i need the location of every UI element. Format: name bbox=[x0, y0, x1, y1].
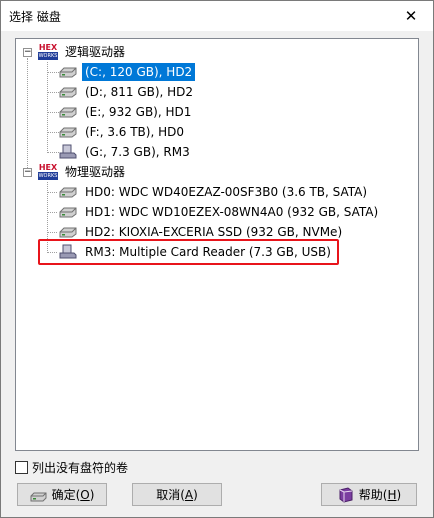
window-title: 选择 磁盘 bbox=[9, 10, 61, 24]
ok-suffix: ) bbox=[89, 487, 95, 502]
show-unlettered-volumes-checkbox[interactable] bbox=[15, 460, 28, 474]
hard-drive-icon bbox=[59, 67, 77, 78]
close-icon: ✕ bbox=[404, 7, 418, 25]
drive-label: (D:, 811 GB), HD2 bbox=[85, 85, 194, 99]
physical-item-hd0[interactable]: HD0: WDC WD40EZAZ-00SF3B0 (3.6 TB, SATA) bbox=[58, 182, 370, 202]
drive-item-g[interactable]: (G:, 7.3 GB), RM3 bbox=[58, 142, 193, 162]
cancel-hotkey: A bbox=[184, 487, 194, 502]
show-unlettered-volumes-option[interactable]: 列出没有盘符的卷 bbox=[15, 459, 128, 475]
hard-drive-icon bbox=[59, 107, 77, 118]
physical-item-hd1[interactable]: HD1: WDC WD10EZEX-08WN4A0 (932 GB, SATA) bbox=[58, 202, 381, 222]
tree-connector bbox=[47, 192, 57, 193]
winhex-icon: HEX WORKS bbox=[38, 43, 58, 60]
drive-item-c[interactable]: (C:, 120 GB), HD2 bbox=[58, 62, 196, 82]
drive-label: (E:, 932 GB), HD1 bbox=[85, 105, 192, 119]
tree-connector bbox=[27, 58, 28, 172]
hard-drive-icon bbox=[59, 227, 77, 238]
drive-item-f[interactable]: (F:, 3.6 TB), HD0 bbox=[58, 122, 187, 142]
cancel-suffix: ) bbox=[193, 487, 198, 502]
select-disk-dialog: 选择 磁盘 ✕ − HEX WORKS 逻辑驱动器 (C:, 120 GB), … bbox=[0, 0, 434, 518]
winhex-icon: HEX WORKS bbox=[38, 163, 58, 180]
cancel-label: 取消( bbox=[156, 488, 185, 502]
ok-hotkey: O bbox=[80, 487, 90, 502]
close-button[interactable]: ✕ bbox=[389, 1, 433, 31]
hard-drive-icon bbox=[59, 207, 77, 218]
logical-drives-node[interactable]: HEX WORKS 逻辑驱动器 bbox=[38, 42, 128, 62]
cancel-button[interactable]: 取消(A) bbox=[132, 483, 222, 506]
help-suffix: ) bbox=[396, 487, 402, 502]
help-button[interactable]: 帮助(H) bbox=[321, 483, 417, 506]
disk-ok-icon bbox=[30, 492, 47, 501]
show-unlettered-volumes-label: 列出没有盘符的卷 bbox=[32, 460, 129, 475]
physical-expander[interactable]: − bbox=[23, 168, 32, 177]
tree-connector bbox=[47, 212, 57, 213]
tree-connector bbox=[47, 62, 48, 153]
drive-label: (F:, 3.6 TB), HD0 bbox=[85, 125, 184, 139]
ok-label: 确定( bbox=[51, 488, 81, 502]
drive-item-e[interactable]: (E:, 932 GB), HD1 bbox=[58, 102, 194, 122]
physical-drives-node[interactable]: HEX WORKS 物理驱动器 bbox=[38, 162, 128, 182]
help-hotkey: H bbox=[387, 487, 397, 502]
drive-item-d[interactable]: (D:, 811 GB), HD2 bbox=[58, 82, 196, 102]
help-book-icon bbox=[339, 486, 353, 503]
physical-drive-label: HD0: WDC WD40EZAZ-00SF3B0 (3.6 TB, SATA) bbox=[85, 185, 368, 199]
ok-button[interactable]: 确定(O) bbox=[17, 483, 107, 506]
title-bar: 选择 磁盘 ✕ bbox=[1, 1, 433, 31]
removable-drive-icon bbox=[59, 144, 77, 159]
annotation-highlight-box bbox=[38, 239, 339, 265]
logical-drives-label: 逻辑驱动器 bbox=[65, 45, 126, 59]
tree-connector bbox=[47, 232, 57, 233]
drive-label: (G:, 7.3 GB), RM3 bbox=[85, 145, 190, 159]
hard-drive-icon bbox=[59, 127, 77, 138]
hard-drive-icon bbox=[59, 187, 77, 198]
logical-expander[interactable]: − bbox=[23, 48, 32, 57]
help-label: 帮助( bbox=[358, 488, 388, 502]
hard-drive-icon bbox=[59, 87, 77, 98]
physical-drives-label: 物理驱动器 bbox=[65, 165, 126, 179]
physical-drive-label: HD1: WDC WD10EZEX-08WN4A0 (932 GB, SATA) bbox=[85, 205, 379, 219]
drive-label: (C:, 120 GB), HD2 bbox=[82, 63, 196, 81]
